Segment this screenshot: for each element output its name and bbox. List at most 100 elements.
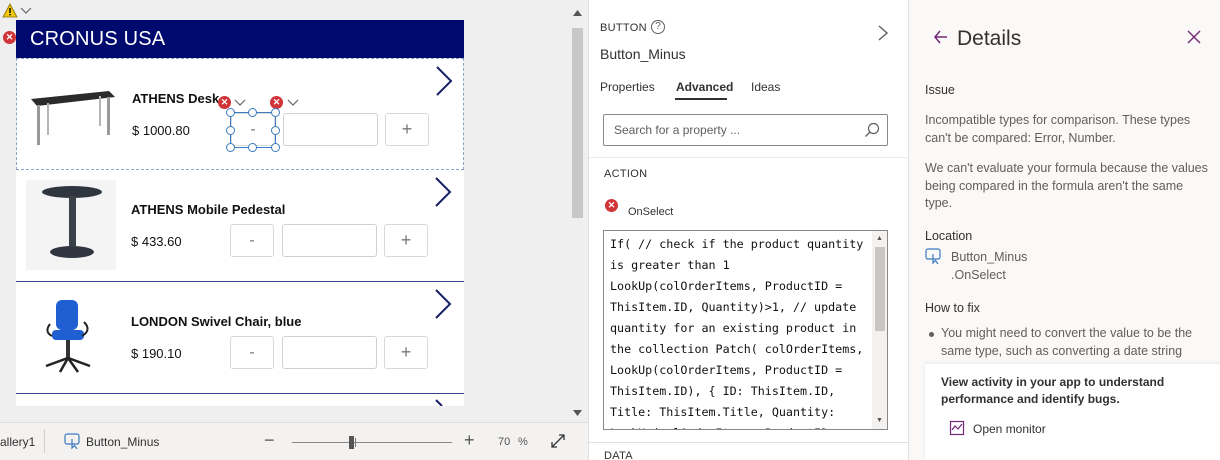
monitor-icon[interactable] [949,420,965,436]
property-search-section [589,104,908,158]
error-x-icon[interactable]: ✕ [270,96,283,109]
resize-handle[interactable] [248,143,257,152]
resize-handle[interactable] [271,143,280,152]
back-arrow-icon[interactable] [933,28,949,46]
item-name: LONDON Swivel Chair, blue [131,314,302,329]
button-control-icon [925,248,941,264]
item-price: $ 1000.80 [132,123,190,138]
quantity-input[interactable] [283,113,378,146]
resize-handle[interactable] [248,108,257,117]
item-price: $ 433.60 [131,234,182,249]
details-title: Details [957,27,1022,50]
quantity-input[interactable] [282,224,377,257]
zoom-slider[interactable] [292,442,452,443]
warning-triangle-icon[interactable] [2,3,18,18]
error-x-icon[interactable]: ✕ [3,31,16,44]
chevron-right-icon[interactable] [432,286,454,322]
zoom-unit: % [518,436,528,448]
gallery-item[interactable]: ATHENS Desk $ 1000.80 - + [16,58,464,170]
issue-label: Issue [925,83,955,97]
fit-to-window-icon[interactable] [550,433,566,449]
formula-editor[interactable]: If( // check if the product quantity is … [603,230,888,430]
status-bar: allery1 Button_Minus − + 70 % [0,422,588,460]
zoom-in-button[interactable]: + [464,430,475,451]
chevron-right-icon[interactable] [433,63,455,99]
resize-handle[interactable] [226,143,235,152]
scroll-up-icon[interactable] [573,10,582,16]
open-monitor-link[interactable]: Open monitor [973,422,1046,436]
location-control-link[interactable]: Button_Minus [951,250,1027,264]
close-icon[interactable] [1187,30,1201,44]
how-to-fix-label: How to fix [925,301,980,315]
issue-explanation: We can't evaluate your formula because t… [925,161,1208,210]
pedestal-image [26,180,116,270]
minus-button[interactable]: - [230,224,274,257]
minus-button[interactable]: - [231,113,275,146]
chevron-right-icon[interactable] [877,24,889,42]
section-action-header: ACTION [604,168,648,180]
plus-button[interactable]: + [384,336,428,369]
error-x-icon: ✕ [605,199,618,212]
control-name[interactable]: Button_Minus [600,46,686,62]
gallery-item[interactable]: LONDON Swivel Chair, blue $ 190.10 - + [16,282,464,394]
location-label: Location [925,229,973,243]
canvas-area: CRONUS USA ATHENS Desk $ 1000.80 - + ATH… [0,0,588,422]
chevron-down-icon[interactable] [234,97,246,107]
monitor-card: View activity in your app to understand … [925,364,1220,460]
item-price: $ 190.10 [131,346,182,361]
zoom-level: 70 [498,436,511,448]
item-name: ATHENS Desk [132,91,220,106]
button-control-icon [64,433,80,449]
chevron-down-icon[interactable] [20,5,32,15]
control-type-label: BUTTON [600,22,647,34]
scroll-down-icon[interactable]: ▼ [876,417,883,424]
minus-button[interactable]: - [230,336,274,369]
item-name: ATHENS Mobile Pedestal [131,202,286,217]
help-icon[interactable]: ? [651,20,665,34]
zoom-out-button[interactable]: − [264,430,275,451]
properties-pane: BUTTON ? Button_Minus Properties Advance… [588,0,908,460]
chevron-right-icon[interactable] [432,398,454,406]
section-data-header: DATA [604,450,633,460]
zoom-default-tick [355,438,356,447]
search-icon[interactable] [864,122,880,138]
formula-scrollbar[interactable]: ▲ ▼ [872,231,887,429]
swivel-chair-image [45,300,91,373]
canvas-scrollbar[interactable] [570,8,584,420]
tab-advanced[interactable]: Advanced [676,80,733,94]
search-box[interactable] [603,114,888,146]
breadcrumb-control[interactable]: Button_Minus [86,435,159,449]
resize-handle[interactable] [271,126,280,135]
active-tab-indicator [675,98,727,100]
property-name-label: OnSelect [628,206,674,218]
tab-ideas[interactable]: Ideas [751,80,780,94]
breadcrumb-gallery[interactable]: allery1 [0,435,35,449]
zoom-slider-thumb[interactable] [349,436,354,449]
plus-button[interactable]: + [384,224,428,257]
bullet-icon [929,332,934,337]
resize-handle[interactable] [226,126,235,135]
section-divider [589,442,908,443]
desk-image [31,91,115,145]
formula-text[interactable]: If( // check if the product quantity is … [610,234,872,429]
chevron-down-icon[interactable] [287,97,299,107]
scroll-up-icon[interactable]: ▲ [876,235,883,242]
scroll-down-icon[interactable] [573,410,582,416]
plus-button[interactable]: + [385,113,429,146]
resize-handle[interactable] [226,108,235,117]
breadcrumb-divider [44,429,45,453]
details-pane: Details Issue Incompatible types for com… [908,0,1220,460]
quantity-input[interactable] [282,336,377,369]
app-screen: CRONUS USA ATHENS Desk $ 1000.80 - + ATH… [16,20,464,406]
issue-text: Incompatible types for comparison. These… [925,113,1191,145]
scrollbar-thumb[interactable] [875,247,885,331]
app-title: CRONUS USA [30,28,166,50]
location-property[interactable]: .OnSelect [951,268,1006,282]
search-input[interactable] [614,123,854,137]
gallery-item[interactable]: ATHENS Mobile Pedestal $ 433.60 - + [16,170,464,282]
monitor-text: View activity in your app to understand … [941,375,1165,406]
scrollbar-thumb[interactable] [572,28,583,218]
chevron-right-icon[interactable] [432,174,454,210]
tab-properties[interactable]: Properties [600,80,655,94]
resize-handle[interactable] [271,108,280,117]
